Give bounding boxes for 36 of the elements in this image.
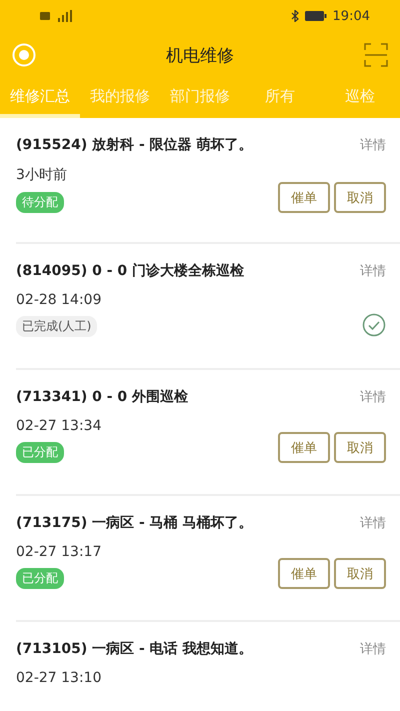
cancel-button[interactable]: 取消 (334, 182, 386, 213)
cancel-button[interactable]: 取消 (334, 558, 386, 589)
order-card[interactable]: (814095) 0 - 0 门诊大楼全栋巡检 详情 02-28 14:09 已完成(人工) (16, 244, 400, 370)
cancel-button[interactable]: 取消 (334, 432, 386, 463)
order-title: (713105) 一病区 - 电话 我想知道。 (16, 640, 253, 658)
status-tag: 已分配 (16, 442, 64, 463)
order-title: (814095) 0 - 0 门诊大楼全栋巡检 (16, 262, 244, 280)
order-time: 02-27 13:10 (16, 670, 102, 686)
status-tag: 已完成(人工) (16, 316, 98, 337)
order-title: (915524) 放射科 - 限位器 萌坏了。 (16, 136, 253, 154)
order-time: 02-28 14:09 (16, 292, 102, 308)
status-tag: 待分配 (16, 192, 64, 213)
status-time: 19:04 (332, 8, 370, 24)
order-card[interactable]: (713341) 0 - 0 外围巡检 详情 02-27 13:34 已分配 催单 取消 (16, 370, 400, 496)
order-time: 02-27 13:34 (16, 418, 102, 434)
order-time: 02-27 13:17 (16, 544, 102, 560)
scan-icon[interactable] (364, 43, 388, 67)
order-card[interactable]: (713105) 一病区 - 电话 我想知道。 详情 02-27 13:10 (16, 622, 400, 711)
status-tag: 已分配 (16, 568, 64, 589)
detail-link[interactable]: 详情 (360, 388, 386, 406)
bluetooth-icon (290, 10, 299, 22)
order-card[interactable]: (915524) 放射科 - 限位器 萌坏了。 详情 3小时前 待分配 催单 取消 (16, 118, 400, 244)
order-title: (713341) 0 - 0 外围巡检 (16, 388, 188, 406)
urge-button[interactable]: 催单 (278, 558, 330, 589)
order-time: 3小时前 (16, 166, 67, 184)
detail-link[interactable]: 详情 (360, 262, 386, 280)
battery-icon (304, 11, 327, 21)
urge-button[interactable]: 催单 (278, 182, 330, 213)
detail-link[interactable]: 详情 (360, 136, 386, 154)
detail-link[interactable]: 详情 (360, 640, 386, 658)
order-card[interactable]: (713175) 一病区 - 马桶 马桶坏了。 详情 02-27 13:17 已分配 催单 取消 (16, 496, 400, 622)
page-title: 机电维修 (166, 44, 234, 66)
order-title: (713175) 一病区 - 马桶 马桶坏了。 (16, 514, 253, 532)
signal-icon (40, 10, 74, 22)
detail-link[interactable]: 详情 (360, 514, 386, 532)
urge-button[interactable]: 催单 (278, 432, 330, 463)
